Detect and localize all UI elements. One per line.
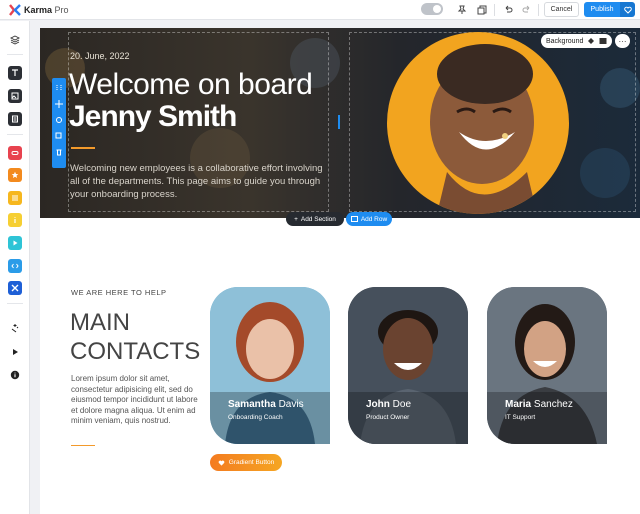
hero-divider — [71, 147, 95, 149]
crosshair-widget-icon[interactable] — [8, 281, 22, 295]
redo-icon[interactable] — [520, 3, 534, 17]
hero-portrait — [387, 32, 569, 214]
text-icon[interactable] — [8, 66, 22, 80]
settings-icon[interactable] — [55, 116, 63, 124]
duplicate-icon[interactable] — [55, 132, 63, 140]
publish-dropdown-button[interactable] — [620, 2, 635, 17]
contact-card[interactable]: Maria Sanchez IT Support — [487, 287, 607, 444]
paint-bucket-icon — [588, 38, 595, 44]
editor-canvas: 20. June, 2022 Welcome on board Jenny Sm… — [30, 21, 640, 514]
cancel-button[interactable]: Cancel — [544, 2, 579, 17]
contacts-title-line: MAIN — [70, 309, 130, 336]
undo-icon[interactable] — [501, 3, 515, 17]
hero-section[interactable]: 20. June, 2022 Welcome on board Jenny Sm… — [40, 28, 640, 218]
app-name: Karma Pro — [24, 5, 69, 15]
layers-icon[interactable] — [8, 33, 22, 47]
contact-name: Samantha Davis — [228, 399, 304, 410]
image-icon — [599, 38, 607, 44]
info-icon[interactable] — [8, 368, 22, 382]
contact-role: IT Support — [505, 414, 536, 421]
add-row-button[interactable]: Add Row — [346, 212, 392, 226]
karma-logo-icon — [9, 4, 21, 16]
column-toolbar — [52, 78, 66, 168]
hero-name[interactable]: Jenny Smith — [69, 100, 237, 134]
contact-name: Maria Sanchez — [505, 399, 573, 410]
background-label: Background — [546, 37, 584, 45]
hero-date: 20. June, 2022 — [70, 51, 130, 61]
gradient-button[interactable]: Gradient Button — [210, 454, 282, 471]
more-options-button[interactable]: ··· — [615, 34, 630, 48]
contact-role: Product Owner — [366, 414, 410, 421]
row-icon — [350, 216, 358, 222]
code-widget-icon[interactable] — [8, 259, 22, 273]
element-sidebar — [0, 21, 30, 514]
add-section-label: Add Section — [300, 215, 336, 223]
play-icon[interactable] — [8, 345, 22, 359]
add-row-label: Add Row — [360, 215, 388, 223]
page-preview: 20. June, 2022 Welcome on board Jenny Sm… — [40, 28, 640, 514]
karma-logo[interactable]: Karma Pro — [9, 4, 69, 16]
star-widget-icon[interactable] — [8, 168, 22, 182]
contacts-description[interactable]: Lorem ipsum dolor sit amet, consectetur … — [71, 374, 201, 427]
copy-icon[interactable] — [475, 3, 489, 17]
hero-title[interactable]: Welcome on board — [69, 68, 313, 102]
contacts-title[interactable]: MAIN CONTACTS — [70, 308, 230, 366]
contact-card[interactable]: Samantha Davis Onboarding Coach — [210, 287, 330, 444]
magic-icon[interactable] — [8, 321, 22, 335]
pin-icon[interactable] — [455, 3, 469, 17]
text-cursor — [338, 115, 340, 129]
background-settings-button[interactable]: Background — [541, 34, 612, 48]
drag-icon[interactable] — [55, 84, 63, 92]
heart-icon — [218, 460, 225, 466]
play-widget-icon[interactable] — [8, 236, 22, 250]
top-toolbar: Karma Pro Cancel Publish — [0, 0, 640, 20]
gradient-button-label: Gradient Button — [228, 459, 275, 466]
list-widget-icon[interactable] — [8, 191, 22, 205]
woman-portrait-image — [430, 44, 537, 214]
document-icon[interactable] — [8, 112, 22, 126]
move-icon[interactable] — [55, 100, 63, 108]
delete-icon[interactable] — [55, 148, 63, 156]
preview-toggle[interactable] — [421, 3, 443, 15]
builder-app: Karma Pro Cancel Publish 20. June, 2022 … — [0, 0, 640, 514]
contact-card[interactable]: John Doe Product Owner — [348, 287, 468, 444]
hero-description[interactable]: Welcoming new employees is a collaborati… — [70, 162, 332, 201]
contact-role: Onboarding Coach — [228, 414, 283, 421]
image-icon[interactable] — [8, 89, 22, 103]
contact-name: John Doe — [366, 399, 412, 410]
contacts-title-line: CONTACTS — [70, 338, 201, 365]
contacts-divider — [71, 445, 95, 446]
info-widget-icon[interactable] — [8, 213, 22, 227]
plus-icon: + — [294, 215, 298, 223]
heart-icon — [623, 6, 632, 14]
form-icon[interactable] — [8, 146, 22, 160]
contacts-kicker: WE ARE HERE TO HELP — [71, 288, 167, 297]
add-section-button[interactable]: + Add Section — [286, 212, 344, 226]
publish-button[interactable]: Publish — [584, 2, 620, 17]
